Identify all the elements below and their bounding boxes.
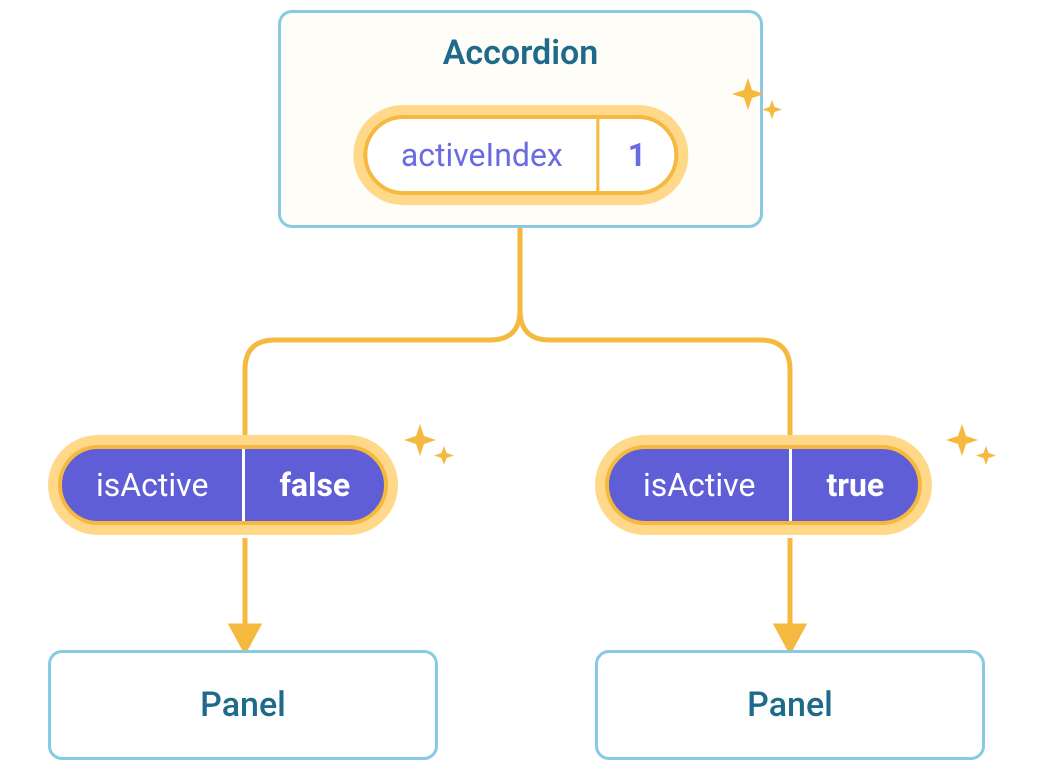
state-pill-inner: activeIndex 1 <box>363 115 678 195</box>
prop-value: true <box>789 449 918 521</box>
sparkle-icon <box>400 418 460 478</box>
prop-value: false <box>242 449 384 521</box>
child-prop-pill-left: isActive false <box>48 435 398 535</box>
child-panel-right: Panel <box>595 650 985 760</box>
prop-pill-inner: isActive true <box>605 445 922 525</box>
panel-label: Panel <box>200 685 286 725</box>
parent-state-pill: activeIndex 1 <box>353 105 688 205</box>
diagram-canvas: Accordion activeIndex 1 isActive false i… <box>0 0 1042 770</box>
state-value: 1 <box>597 119 674 191</box>
panel-label: Panel <box>747 685 833 725</box>
sparkle-icon <box>942 418 1002 478</box>
state-label: activeIndex <box>367 119 597 191</box>
child-panel-left: Panel <box>48 650 438 760</box>
parent-component-title: Accordion <box>281 33 760 73</box>
parent-component-box: Accordion activeIndex 1 <box>278 10 763 228</box>
prop-label: isActive <box>62 449 242 521</box>
child-prop-pill-right: isActive true <box>595 435 932 535</box>
prop-pill-inner: isActive false <box>58 445 388 525</box>
prop-label: isActive <box>609 449 789 521</box>
